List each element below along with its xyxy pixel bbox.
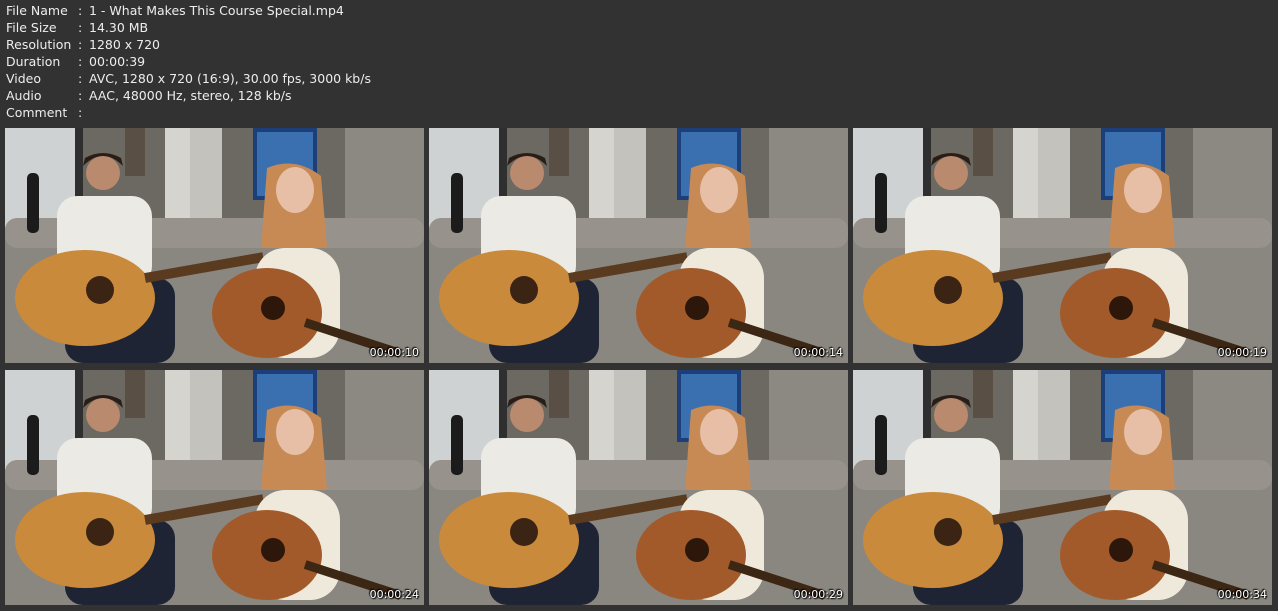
thumbnail-timestamp: 00:00:10 [369, 346, 419, 359]
info-row-comment: Comment : [6, 104, 371, 121]
video-thumbnail[interactable]: 00:00:24 [5, 370, 424, 605]
info-key: Comment [6, 105, 68, 120]
thumbnail-timestamp: 00:00:29 [793, 588, 843, 601]
info-separator: : [78, 88, 83, 103]
file-info-panel: File Name : 1 - What Makes This Course S… [6, 2, 371, 121]
info-value: 1280 x 720 [89, 37, 161, 52]
info-value: 1 - What Makes This Course Special.mp4 [89, 3, 344, 18]
info-value: 14.30 MB [89, 20, 149, 35]
video-frame [429, 128, 848, 363]
info-value: AAC, 48000 Hz, stereo, 128 kb/s [89, 88, 292, 103]
video-thumbnail[interactable]: 00:00:14 [429, 128, 848, 363]
info-value: 00:00:39 [89, 54, 146, 69]
info-key: File Name [6, 3, 68, 18]
info-row-video: Video : AVC, 1280 x 720 (16:9), 30.00 fp… [6, 70, 371, 87]
video-frame [853, 370, 1272, 605]
video-thumbnail[interactable]: 00:00:10 [5, 128, 424, 363]
info-separator: : [78, 105, 83, 120]
info-row-file-name: File Name : 1 - What Makes This Course S… [6, 2, 371, 19]
thumbnail-timestamp: 00:00:24 [369, 588, 419, 601]
video-frame [853, 128, 1272, 363]
info-key: Audio [6, 88, 42, 103]
video-thumbnail[interactable]: 00:00:19 [853, 128, 1272, 363]
video-frame [5, 128, 424, 363]
video-thumbnail[interactable]: 00:00:29 [429, 370, 848, 605]
thumbnail-timestamp: 00:00:34 [1217, 588, 1267, 601]
info-key: Duration [6, 54, 61, 69]
info-separator: : [78, 20, 83, 35]
thumbnail-grid: 00:00:10 00:00:14 00:00:19 00:00:24 00:0… [5, 128, 1273, 606]
info-separator: : [78, 54, 83, 69]
info-key: Video [6, 71, 42, 86]
info-separator: : [78, 37, 83, 52]
info-key: File Size [6, 20, 57, 35]
video-thumbnail[interactable]: 00:00:34 [853, 370, 1272, 605]
info-separator: : [78, 3, 83, 18]
thumbnail-timestamp: 00:00:19 [1217, 346, 1267, 359]
info-row-audio: Audio : AAC, 48000 Hz, stereo, 128 kb/s [6, 87, 371, 104]
info-row-resolution: Resolution : 1280 x 720 [6, 36, 371, 53]
info-value: AVC, 1280 x 720 (16:9), 30.00 fps, 3000 … [89, 71, 371, 86]
info-separator: : [78, 71, 83, 86]
thumbnail-timestamp: 00:00:14 [793, 346, 843, 359]
video-frame [429, 370, 848, 605]
info-row-duration: Duration : 00:00:39 [6, 53, 371, 70]
video-frame [5, 370, 424, 605]
info-row-file-size: File Size : 14.30 MB [6, 19, 371, 36]
info-key: Resolution [6, 37, 72, 52]
